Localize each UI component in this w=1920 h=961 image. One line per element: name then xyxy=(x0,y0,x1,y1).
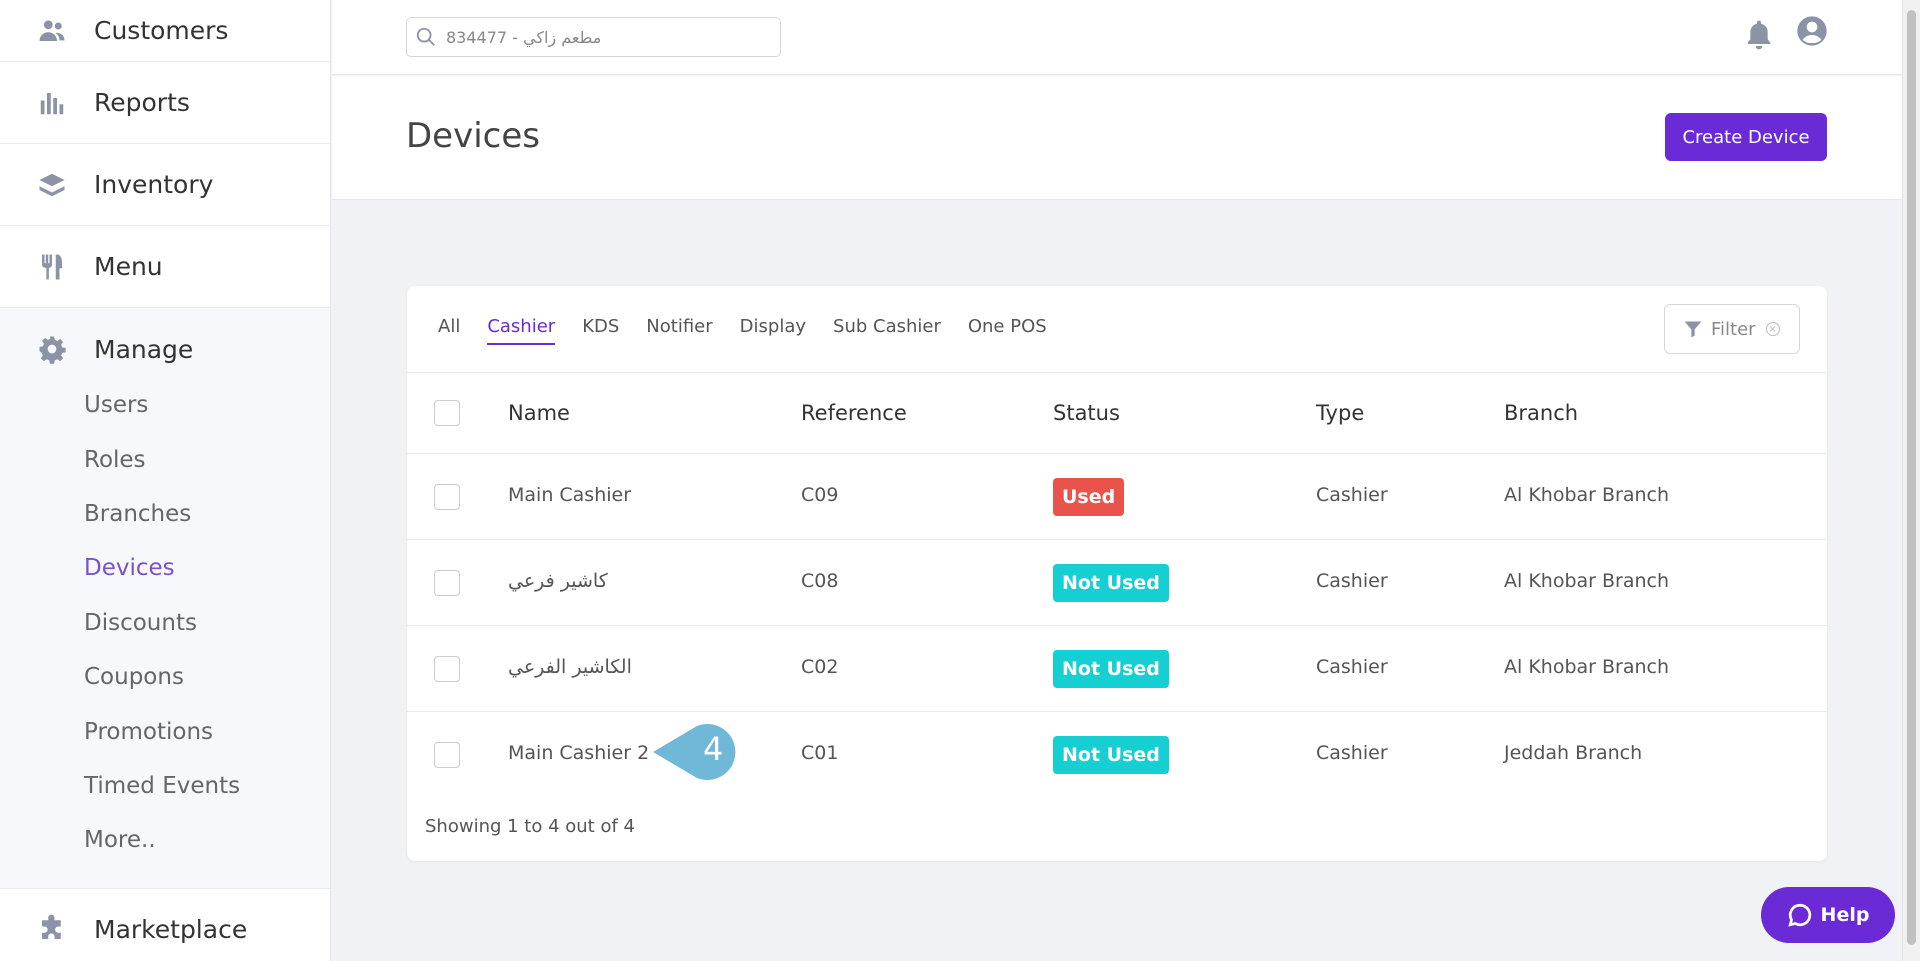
column-header-status[interactable]: Status xyxy=(1053,401,1120,425)
bar-chart-icon xyxy=(36,87,68,119)
table-row[interactable]: كاشير فرعي C08 Not Used Cashier Al Khoba… xyxy=(407,540,1827,626)
page-title: Devices xyxy=(406,116,540,156)
status-badge: Not Used xyxy=(1053,650,1169,688)
sidebar-item-label: Menu xyxy=(94,252,163,281)
device-name: كاشير فرعي xyxy=(508,570,608,592)
device-branch: Al Khobar Branch xyxy=(1504,570,1670,592)
manage-sublist: Users Roles Branches Devices Discounts C… xyxy=(0,378,330,888)
select-all-checkbox[interactable] xyxy=(434,400,460,426)
page-scrollbar[interactable] xyxy=(1902,0,1920,961)
sidebar-item-menu[interactable]: Menu xyxy=(0,226,330,308)
filter-button[interactable]: Filter × xyxy=(1664,304,1800,354)
tab-one-pos[interactable]: One POS xyxy=(968,316,1047,345)
tab-sub-cashier[interactable]: Sub Cashier xyxy=(833,316,941,345)
table-row[interactable]: Main Cashier C09 Used Cashier Al Khobar … xyxy=(407,454,1827,540)
sidebar-manage-group: Manage Users Roles Branches Devices Disc… xyxy=(0,308,330,889)
sidebar-item-inventory[interactable]: Inventory xyxy=(0,144,330,226)
funnel-icon xyxy=(1684,321,1702,338)
sidebar-subitem-discounts[interactable]: Discounts xyxy=(0,596,330,650)
devices-card: All Cashier KDS Notifier Display Sub Cas… xyxy=(407,286,1827,861)
column-header-branch[interactable]: Branch xyxy=(1504,401,1578,425)
device-reference: C02 xyxy=(801,656,839,678)
search-placeholder: مطعم زاكي - 834477 xyxy=(446,27,602,47)
user-avatar-icon[interactable] xyxy=(1796,15,1830,49)
tab-display[interactable]: Display xyxy=(740,316,806,345)
device-reference: C09 xyxy=(801,484,839,506)
gear-icon xyxy=(36,333,68,365)
device-name: Main Cashier xyxy=(508,484,632,506)
topbar: مطعم زاكي - 834477 xyxy=(332,0,1902,75)
sidebar: Customers Reports Inventory Menu Manage … xyxy=(0,0,331,961)
table-row[interactable]: الكاشير الفرعي C02 Not Used Cashier Al K… xyxy=(407,626,1827,712)
tab-all[interactable]: All xyxy=(438,316,460,345)
device-name: Main Cashier 2 xyxy=(508,742,650,764)
device-type: Cashier xyxy=(1316,656,1388,678)
sidebar-subitem-more[interactable]: More.. xyxy=(0,813,330,867)
clear-filter-icon[interactable]: × xyxy=(1765,322,1780,336)
tab-cashier[interactable]: Cashier xyxy=(487,316,556,345)
puzzle-icon xyxy=(36,913,68,945)
pagination-summary: Showing 1 to 4 out of 4 xyxy=(425,816,635,837)
customers-icon xyxy=(36,15,68,47)
step-callout: 4 xyxy=(651,722,747,782)
utensils-icon xyxy=(36,251,68,283)
column-header-reference[interactable]: Reference xyxy=(801,401,907,425)
device-branch: Jeddah Branch xyxy=(1504,742,1643,764)
status-badge: Not Used xyxy=(1053,736,1169,774)
row-checkbox[interactable] xyxy=(434,742,460,768)
sidebar-item-customers[interactable]: Customers xyxy=(0,0,330,62)
status-badge: Not Used xyxy=(1053,564,1169,602)
table-row[interactable]: Main Cashier 2 C01 Not Used Cashier Jedd… xyxy=(407,712,1827,798)
row-checkbox[interactable] xyxy=(434,656,460,682)
row-checkbox[interactable] xyxy=(434,484,460,510)
device-type: Cashier xyxy=(1316,484,1388,506)
tab-notifier[interactable]: Notifier xyxy=(646,316,712,345)
sidebar-item-label: Customers xyxy=(94,16,229,45)
device-name: الكاشير الفرعي xyxy=(508,656,632,678)
status-badge: Used xyxy=(1053,478,1125,516)
sidebar-item-reports[interactable]: Reports xyxy=(0,62,330,144)
step-number: 4 xyxy=(703,730,724,768)
search-input[interactable]: مطعم زاكي - 834477 xyxy=(406,17,781,57)
bell-icon[interactable] xyxy=(1743,18,1775,50)
sidebar-subitem-devices[interactable]: Devices xyxy=(0,541,330,595)
sidebar-item-label: Inventory xyxy=(94,170,214,199)
search-icon xyxy=(416,27,435,46)
device-type: Cashier xyxy=(1316,570,1388,592)
table-header: Name Reference Status Type Branch xyxy=(407,372,1827,454)
sidebar-subitem-branches[interactable]: Branches xyxy=(0,487,330,541)
chat-bubble-icon xyxy=(1787,903,1811,927)
filter-label: Filter xyxy=(1711,318,1756,340)
sidebar-subitem-users[interactable]: Users xyxy=(0,378,330,432)
sidebar-subitem-timed-events[interactable]: Timed Events xyxy=(0,759,330,813)
scrollbar-thumb[interactable] xyxy=(1907,10,1916,945)
page-header: Devices Create Device xyxy=(332,76,1902,200)
sidebar-item-label: Manage xyxy=(94,334,194,364)
device-type-tabs: All Cashier KDS Notifier Display Sub Cas… xyxy=(438,316,1074,345)
sidebar-item-label: Marketplace xyxy=(94,914,248,944)
sidebar-subitem-roles[interactable]: Roles xyxy=(0,432,330,486)
tab-kds[interactable]: KDS xyxy=(582,316,619,345)
sidebar-subitem-promotions[interactable]: Promotions xyxy=(0,704,330,758)
device-branch: Al Khobar Branch xyxy=(1504,484,1670,506)
sidebar-item-marketplace[interactable]: Marketplace xyxy=(0,889,330,961)
device-reference: C08 xyxy=(801,570,839,592)
create-device-button[interactable]: Create Device xyxy=(1665,113,1827,161)
device-type: Cashier xyxy=(1316,742,1388,764)
help-label: Help xyxy=(1820,904,1870,926)
sidebar-subitem-coupons[interactable]: Coupons xyxy=(0,650,330,704)
help-button[interactable]: Help xyxy=(1761,887,1895,943)
sidebar-item-label: Reports xyxy=(94,88,190,117)
row-checkbox[interactable] xyxy=(434,570,460,596)
column-header-type[interactable]: Type xyxy=(1316,401,1364,425)
device-branch: Al Khobar Branch xyxy=(1504,656,1670,678)
column-header-name[interactable]: Name xyxy=(508,401,570,425)
layers-icon xyxy=(36,169,68,201)
device-reference: C01 xyxy=(801,742,839,764)
